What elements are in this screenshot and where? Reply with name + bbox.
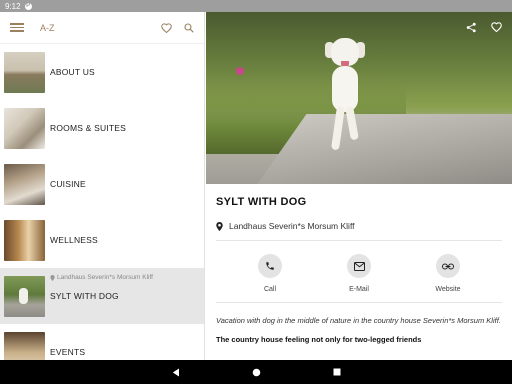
dog-illustration [321,38,369,156]
detail-description: Vacation with dog in the middle of natur… [216,316,501,325]
list-item-location: Landhaus Severin*s Morsum Kliff [50,274,153,281]
list-item-rooms-suites[interactable]: ROOMS & SUITES [0,100,204,156]
call-button[interactable]: Call [250,254,290,293]
favorites-heart-icon[interactable] [161,22,172,33]
list-item-location-text: Landhaus Severin*s Morsum Kliff [57,274,153,281]
wellness-thumbnail [4,219,45,261]
category-list-pane: A-Z ABOUT US ROOMS & SUITES CUISINE WELL… [0,12,205,360]
list-item-events[interactable]: EVENTS [0,324,204,360]
events-thumbnail [4,331,45,360]
mail-icon [353,261,365,271]
list-item-label: WELLNESS [50,235,98,245]
status-bar: 9:12 P [0,0,512,360]
list-item-label: SYLT WITH DOG [50,291,119,301]
hero-image [206,12,512,184]
home-circle-icon [252,368,260,376]
detail-location-text: Landhaus Severin*s Morsum Kliff [229,221,355,231]
menu-icon[interactable] [10,23,24,32]
cuisine-thumbnail [4,163,45,205]
category-list: ABOUT US ROOMS & SUITES CUISINE WELLNESS… [0,44,204,360]
list-item-label: ABOUT US [50,67,95,77]
hero-actions [466,22,502,33]
status-time: 9:12 [5,1,21,11]
detail-pane: SYLT WITH DOG Landhaus Severin*s Morsum … [206,12,512,360]
share-icon[interactable] [466,22,477,33]
recents-button[interactable] [333,368,341,376]
contact-actions: Call E-Mail Website [216,241,502,303]
location-pin-icon [50,274,55,281]
list-toolbar: A-Z [0,12,204,44]
email-button[interactable]: E-Mail [339,254,379,293]
list-item-label: CUISINE [50,179,86,189]
detail-title: SYLT WITH DOG [216,196,307,208]
link-icon [442,263,454,269]
back-button[interactable] [172,368,180,377]
about-us-thumbnail [4,51,45,93]
list-item-sylt-with-dog[interactable]: Landhaus Severin*s Morsum Kliff SYLT WIT… [0,268,204,324]
favorite-heart-icon[interactable] [491,22,502,32]
call-label: Call [263,286,277,293]
website-button[interactable]: Website [428,254,468,293]
email-label: E-Mail [349,286,369,293]
detail-subheading: The country house feeling not only for t… [216,335,422,344]
sort-az-button[interactable]: A-Z [40,23,55,33]
navigation-bar [0,360,512,384]
list-item-wellness[interactable]: WELLNESS [0,212,204,268]
location-pin-icon [216,221,223,231]
detail-content: SYLT WITH DOG Landhaus Severin*s Morsum … [206,196,512,344]
toolbar-actions [161,22,194,33]
notification-icon: P [24,2,32,10]
list-item-label: EVENTS [50,347,86,357]
sylt-dog-thumbnail [4,275,45,317]
list-item-about-us[interactable]: ABOUT US [0,44,204,100]
detail-location: Landhaus Severin*s Morsum Kliff [216,221,502,241]
home-button[interactable] [252,368,261,377]
list-item-cuisine[interactable]: CUISINE [0,156,204,212]
back-triangle-icon [172,368,179,376]
list-item-label: ROOMS & SUITES [50,123,127,133]
phone-icon [266,262,274,270]
rooms-thumbnail [4,107,45,149]
recents-square-icon [333,368,340,376]
website-label: Website [435,286,461,293]
search-icon[interactable] [184,22,194,33]
